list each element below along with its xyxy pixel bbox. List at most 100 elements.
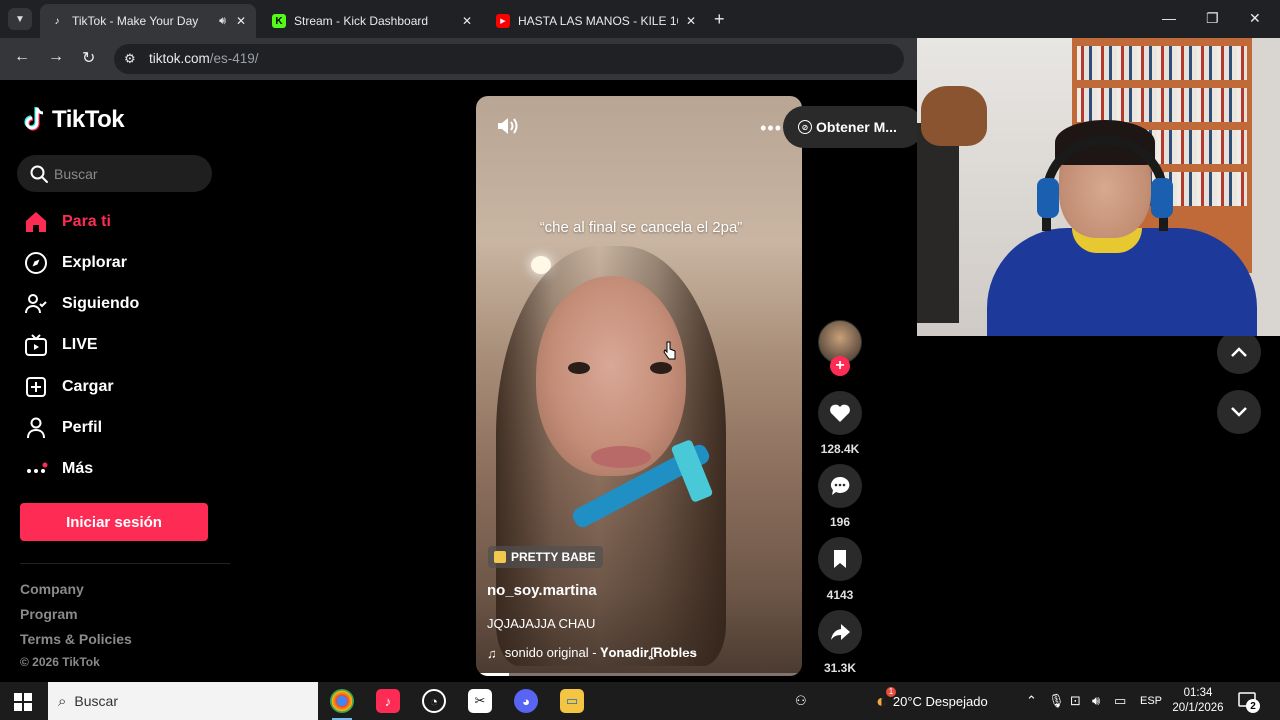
tab-close-icon[interactable]: ✕ (236, 14, 246, 28)
footer-link-company[interactable]: Company (20, 581, 84, 597)
tiktok-logo-icon (24, 107, 44, 131)
nav-item-cargar[interactable]: Cargar (24, 372, 114, 402)
forward-arrow-icon[interactable]: → (48, 48, 64, 66)
taskbar-search-input[interactable]: ⌕ Buscar (48, 682, 318, 720)
tab-title: TikTok - Make Your Day (72, 14, 199, 28)
share-button[interactable] (818, 610, 862, 654)
login-button[interactable]: Iniciar sesión (20, 503, 208, 541)
url-path: /es-419/ (209, 51, 259, 66)
nav-item-perfil[interactable]: Perfil (24, 413, 102, 443)
nav-item-explorar[interactable]: Explorar (24, 248, 127, 278)
nav-item-mas[interactable]: Más (24, 454, 93, 484)
video-progress-fill (476, 673, 509, 676)
weather-badge: 1 (886, 686, 896, 697)
headset-ear-right (1151, 178, 1173, 218)
capcut-app-icon[interactable]: ✂ (468, 689, 492, 713)
save-button[interactable] (818, 537, 862, 581)
back-arrow-icon[interactable]: ← (14, 48, 30, 66)
like-button[interactable] (818, 391, 862, 435)
window-close-icon[interactable]: ✕ (1249, 10, 1261, 27)
nav-item-live[interactable]: LIVE (24, 330, 98, 360)
weather-widget[interactable]: ◐ 1 20°C Despejado (876, 682, 988, 720)
webcam-books (1077, 88, 1247, 122)
windows-taskbar: ⌕ Buscar ♪ ◔ ✂ ◕ ▭ ⚇ ◐ 1 20°C Despejado ⌃… (0, 682, 1280, 720)
weather-text: 20°C Despejado (892, 693, 988, 709)
nav-item-siguiendo[interactable]: Siguiendo (24, 289, 139, 319)
restore-icon[interactable]: ❐ (1206, 10, 1219, 27)
video-music[interactable]: ♫ sonido original - 𝐘𝐨𝐧𝐚𝐝𝐢𝐫ʆ𝐑𝐨𝐛𝐥𝐞𝐬 (487, 645, 697, 661)
file-explorer-icon[interactable]: ▭ (560, 689, 584, 713)
clock-time: 01:34 (1183, 687, 1213, 699)
tab-youtube[interactable]: ▶ HASTA LAS MANOS - KILE 16 V ✕ (486, 4, 706, 38)
site-settings-icon[interactable]: ⚙ (124, 51, 136, 67)
compass-icon (24, 251, 48, 275)
video-badge[interactable]: PRETTY BABE (488, 546, 604, 568)
speedtest-app-icon[interactable]: ◔ (422, 689, 446, 713)
clock-date: 20/1/2026 (1172, 702, 1224, 714)
reload-icon[interactable]: ↻ (82, 48, 95, 68)
headset-ear-left (1037, 178, 1059, 218)
save-count: 4143 (826, 588, 854, 602)
language-indicator[interactable]: ESP (1140, 682, 1162, 720)
minimize-icon[interactable]: — (1162, 10, 1176, 26)
tab-audio-icon[interactable]: 🔊︎ (219, 15, 226, 28)
taskbar-search-placeholder: Buscar (74, 693, 118, 709)
clock[interactable]: 01:34 20/1/2026 (1172, 686, 1224, 716)
nav-label: Explorar (62, 254, 127, 271)
profile-icon (24, 416, 48, 440)
tab-close-icon[interactable]: ✕ (686, 14, 696, 28)
nav-label: Más (62, 460, 94, 477)
nav-item-para-ti[interactable]: Para ti (24, 207, 111, 237)
footer-link-terms[interactable]: Terms & Policies (20, 631, 132, 647)
tab-tiktok[interactable]: ♪ TikTok - Make Your Day 🔊︎ ✕ (40, 4, 256, 38)
people-icon[interactable]: ⚇ (795, 682, 807, 720)
app-download-icon: ⊘ (798, 120, 812, 134)
share-arrow-icon (831, 624, 850, 640)
get-app-button[interactable]: ⊘ Obtener M... (783, 106, 923, 148)
follow-plus-icon[interactable]: + (830, 356, 850, 376)
volume-tray-icon[interactable]: 🔊︎ (1092, 682, 1100, 720)
tiktok-app-icon[interactable]: ♪ (376, 689, 400, 713)
video-progress-bar[interactable] (476, 673, 802, 676)
more-dots-icon (24, 457, 48, 481)
sidebar-divider (20, 563, 230, 564)
video-eye (650, 362, 672, 374)
video-player[interactable]: ••• “che al final se cancela el 2pa” PRE… (476, 96, 802, 676)
network-icon[interactable]: ⊡ (1070, 682, 1081, 720)
notification-center-icon[interactable]: 2 (1238, 691, 1260, 716)
footer-link-program[interactable]: Program (20, 606, 78, 622)
weather-icon: ◐ 1 (876, 686, 896, 712)
volume-icon[interactable] (496, 116, 518, 141)
webcam-coat (917, 123, 959, 323)
copyright: © 2026 TikTok (20, 655, 100, 669)
display-icon[interactable]: ▭ (1114, 682, 1126, 720)
previous-video-button[interactable] (1217, 330, 1261, 374)
home-icon (24, 210, 48, 234)
tiktok-logo[interactable]: TikTok (24, 106, 125, 134)
chrome-app-icon[interactable] (330, 689, 354, 720)
webcam-bag (921, 86, 987, 146)
music-label: sonido original - 𝐘𝐨𝐧𝐚𝐝𝐢𝐫ʆ𝐑𝐨𝐛𝐥𝐞𝐬 (504, 645, 697, 660)
tab-search-button[interactable]: ▼ (8, 8, 32, 30)
heart-icon (830, 404, 850, 422)
bookmark-icon (834, 550, 846, 568)
video-username[interactable]: no_soy.martina (487, 582, 597, 599)
youtube-favicon-icon: ▶ (496, 14, 510, 28)
new-tab-plus-icon[interactable]: + (714, 9, 725, 30)
nav-label: Siguiendo (62, 295, 140, 312)
comment-button[interactable] (818, 464, 862, 508)
video-more-options-icon[interactable]: ••• (760, 118, 782, 139)
microphone-icon[interactable]: 🎙︎ (1048, 682, 1065, 720)
video-overlay-caption: “che al final se cancela el 2pa” (539, 219, 743, 236)
tab-kick[interactable]: K Stream - Kick Dashboard ✕ (262, 4, 482, 38)
tray-chevron-up-icon[interactable]: ⌃ (1026, 682, 1037, 720)
next-video-button[interactable] (1217, 390, 1261, 434)
get-app-label: Obtener M... (816, 119, 897, 135)
tab-close-icon[interactable]: ✕ (462, 14, 472, 28)
address-bar[interactable]: ⚙ tiktok.com/es-419/ (114, 44, 904, 74)
discord-app-icon[interactable]: ◕ (514, 689, 538, 713)
notification-count: 2 (1246, 699, 1260, 713)
windows-start-icon[interactable] (14, 693, 32, 711)
url-text[interactable]: tiktok.com/es-419/ (149, 51, 259, 66)
search-input[interactable]: Buscar (17, 155, 212, 192)
